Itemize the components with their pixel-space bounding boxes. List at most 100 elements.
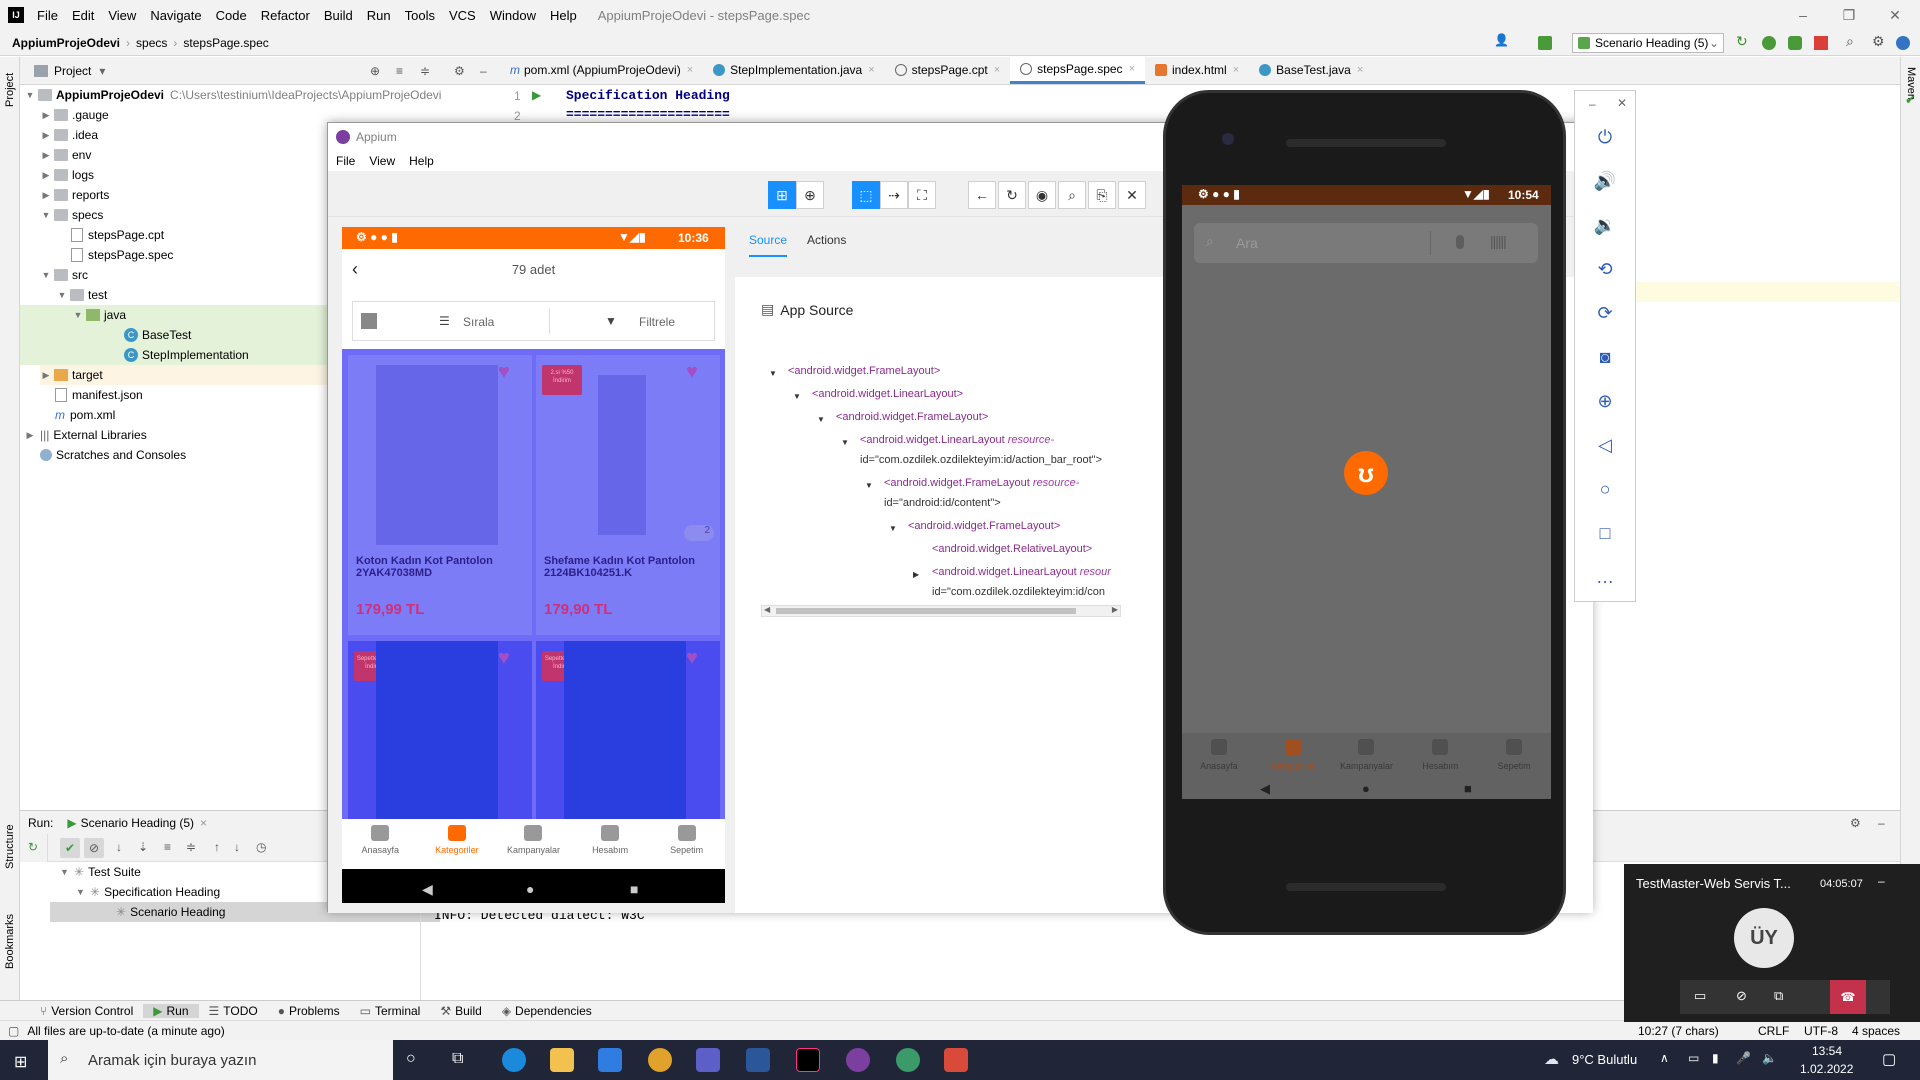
tool-terminal[interactable]: ▭ Terminal xyxy=(350,1004,431,1018)
nav-account[interactable]: Hesabım xyxy=(572,819,649,869)
run-configuration-select[interactable]: Scenario Heading (5) ⌄ xyxy=(1572,33,1724,53)
close-icon[interactable]: ✕ xyxy=(1617,96,1627,110)
windows-start-icon[interactable]: ⊞ xyxy=(14,1052,27,1072)
mic-icon[interactable]: 🎤 xyxy=(1736,1051,1751,1065)
teams-icon[interactable] xyxy=(696,1048,720,1072)
chevron-right-icon[interactable]: ▶ xyxy=(40,165,52,185)
search-icon[interactable]: ⌕ xyxy=(1846,33,1860,49)
scroll-left-icon[interactable]: ◀ xyxy=(764,605,770,614)
copy-xml-button[interactable]: ⎘ xyxy=(1088,181,1116,209)
search-element-button[interactable]: ⌕ xyxy=(1058,181,1086,209)
caret-down-icon[interactable]: ▼ xyxy=(841,438,849,447)
arrow-down-icon[interactable]: ↓ xyxy=(234,840,240,854)
caret-down-icon[interactable]: ▼ xyxy=(889,524,897,533)
tab-stepimplementation[interactable]: StepImplementation.java × xyxy=(703,56,885,84)
chevron-down-icon[interactable]: ▼ xyxy=(72,305,84,325)
menu-refactor[interactable]: Refactor xyxy=(254,8,317,23)
app-icon[interactable] xyxy=(896,1048,920,1072)
breadcrumb-file[interactable]: stepsPage.spec xyxy=(179,36,272,50)
debug-bug-icon[interactable] xyxy=(1762,36,1776,50)
rotate-left-icon[interactable]: ⟲ xyxy=(1593,257,1617,281)
sort-label[interactable]: Sırala xyxy=(463,315,494,329)
battery-icon[interactable]: ▮ xyxy=(1712,1051,1719,1065)
tab-pom[interactable]: m pom.xml (AppiumProjeOdevi) × xyxy=(500,56,703,84)
favorite-heart-icon[interactable]: ♥ xyxy=(498,647,520,669)
volume-up-icon[interactable]: 🔊 xyxy=(1593,169,1617,193)
barcode-icon[interactable]: |||||| xyxy=(1490,233,1507,249)
caret-right-icon[interactable]: ▶ xyxy=(913,570,919,579)
tap-coordinates-button[interactable]: ⛶ xyxy=(908,181,936,209)
source-node[interactable]: <android.widget.FrameLayout> xyxy=(788,365,940,377)
menu-vcs[interactable]: VCS xyxy=(442,8,483,23)
sort-duration-icon[interactable]: ⇣ xyxy=(138,840,148,854)
tab-stepspage-cpt[interactable]: stepsPage.cpt × xyxy=(885,56,1011,84)
hang-up-button[interactable]: ☎ xyxy=(1830,980,1866,1014)
chevron-right-icon[interactable]: ▶ xyxy=(24,425,36,445)
source-node[interactable]: <android.widget.FrameLayout resource- xyxy=(884,477,1079,489)
volume-down-icon[interactable]: 🔉 xyxy=(1593,213,1617,237)
more-icon[interactable]: … xyxy=(1593,565,1617,589)
source-node[interactable]: <android.widget.LinearLayout resour xyxy=(932,566,1111,578)
weather-text[interactable]: 9°C Bulutlu xyxy=(1572,1052,1637,1067)
zoom-icon[interactable]: ⊕ xyxy=(1593,389,1617,413)
nav-home[interactable]: Anasayfa xyxy=(1182,733,1256,779)
caret-down-icon[interactable]: ▼ xyxy=(817,415,825,424)
swipe-button[interactable]: ⇢ xyxy=(880,181,908,209)
product-card[interactable]: ♥ Koton Kadın Kot Pantolon 2YAK47038MD 1… xyxy=(348,355,532,635)
emulator-screen[interactable]: ⚙ ● ● ▮ ▼◢▮ 10:54 ⌕ Ara |||||| ʊ Anasayf… xyxy=(1182,185,1551,799)
project-panel-title[interactable]: Project xyxy=(54,64,91,78)
tab-actions[interactable]: Actions xyxy=(807,233,846,247)
collapse-all-icon[interactable]: ≑ xyxy=(186,840,196,854)
tab-index-html[interactable]: index.html × xyxy=(1145,56,1249,84)
camera-icon[interactable]: ◙ xyxy=(1593,345,1617,369)
edge-icon[interactable] xyxy=(502,1048,526,1072)
tab-source[interactable]: Source xyxy=(749,233,788,257)
nav-campaigns[interactable]: Kampanyalar xyxy=(495,819,572,869)
tool-run[interactable]: ▶ Run xyxy=(143,1003,199,1018)
nav-cart[interactable]: Sepetim xyxy=(1477,733,1551,779)
chevron-down-icon[interactable]: ▼ xyxy=(60,862,74,882)
scroll-right-icon[interactable]: ▶ xyxy=(1112,605,1118,614)
tab-basetest[interactable]: BaseTest.java × xyxy=(1249,56,1373,84)
favorite-heart-icon[interactable]: ♥ xyxy=(498,361,520,383)
product-card[interactable]: 2.si %50 İndirim ♥ 2 Shefame Kadın Kot P… xyxy=(536,355,720,635)
caret-down-icon[interactable]: ▼ xyxy=(793,392,801,401)
chevron-down-icon[interactable]: ▼ xyxy=(24,85,36,105)
run-gutter-icon[interactable]: ▶ xyxy=(532,88,541,102)
show-ignored-icon[interactable]: ⊘ xyxy=(84,838,104,858)
chevron-down-icon[interactable]: ▼ xyxy=(40,205,52,225)
appium-icon[interactable] xyxy=(846,1048,870,1072)
source-node[interactable]: <android.widget.FrameLayout> xyxy=(836,411,988,423)
minimize-button[interactable]: – xyxy=(1780,0,1826,30)
android-home-icon[interactable]: ● xyxy=(526,881,534,897)
chevron-right-icon[interactable]: ▶ xyxy=(40,105,52,125)
build-hammer-icon[interactable] xyxy=(1538,36,1552,50)
mail-icon[interactable] xyxy=(598,1048,622,1072)
source-node[interactable]: <android.widget.FrameLayout> xyxy=(908,520,1060,532)
sort-alpha-icon[interactable]: ↓ xyxy=(116,840,122,854)
tree-item-root[interactable]: ▼ AppiumProjeOdevi C:\Users\testinium\Ide… xyxy=(24,85,504,105)
history-icon[interactable]: ◷ xyxy=(256,840,266,854)
tool-problems[interactable]: ● Problems xyxy=(268,1004,350,1018)
nav-categories[interactable]: Kategoriler xyxy=(1256,733,1330,779)
run-tab[interactable]: Scenario Heading (5) xyxy=(81,816,194,830)
caret-down-icon[interactable]: ▼ xyxy=(769,369,777,378)
home-circle-icon[interactable]: ○ xyxy=(1593,477,1617,501)
appium-menu-file[interactable]: File xyxy=(336,154,355,168)
rerun-icon[interactable]: ↻ xyxy=(1736,33,1750,49)
tray-chevron-icon[interactable]: ∧ xyxy=(1660,1051,1669,1065)
scroll-thumb[interactable] xyxy=(776,608,1076,614)
chevron-down-icon[interactable]: ▼ xyxy=(76,882,90,902)
intellij-icon[interactable] xyxy=(796,1048,820,1072)
appium-menu-view[interactable]: View xyxy=(369,154,395,168)
file-explorer-icon[interactable] xyxy=(550,1048,574,1072)
hide-panel-icon[interactable]: – xyxy=(1878,816,1885,830)
select-element-button[interactable]: ⬚ xyxy=(852,181,880,209)
clock-date[interactable]: 1.02.2022 xyxy=(1800,1062,1853,1076)
mic-off-icon[interactable]: ⊘ xyxy=(1736,988,1747,1004)
tool-dependencies[interactable]: ◈ Dependencies xyxy=(492,1004,602,1018)
chevron-right-icon[interactable]: ▶ xyxy=(40,125,52,145)
status-indent[interactable]: 4 spaces xyxy=(1852,1024,1900,1038)
emulator-search-bar[interactable]: ⌕ Ara |||||| xyxy=(1194,223,1538,263)
menu-code[interactable]: Code xyxy=(209,8,254,23)
